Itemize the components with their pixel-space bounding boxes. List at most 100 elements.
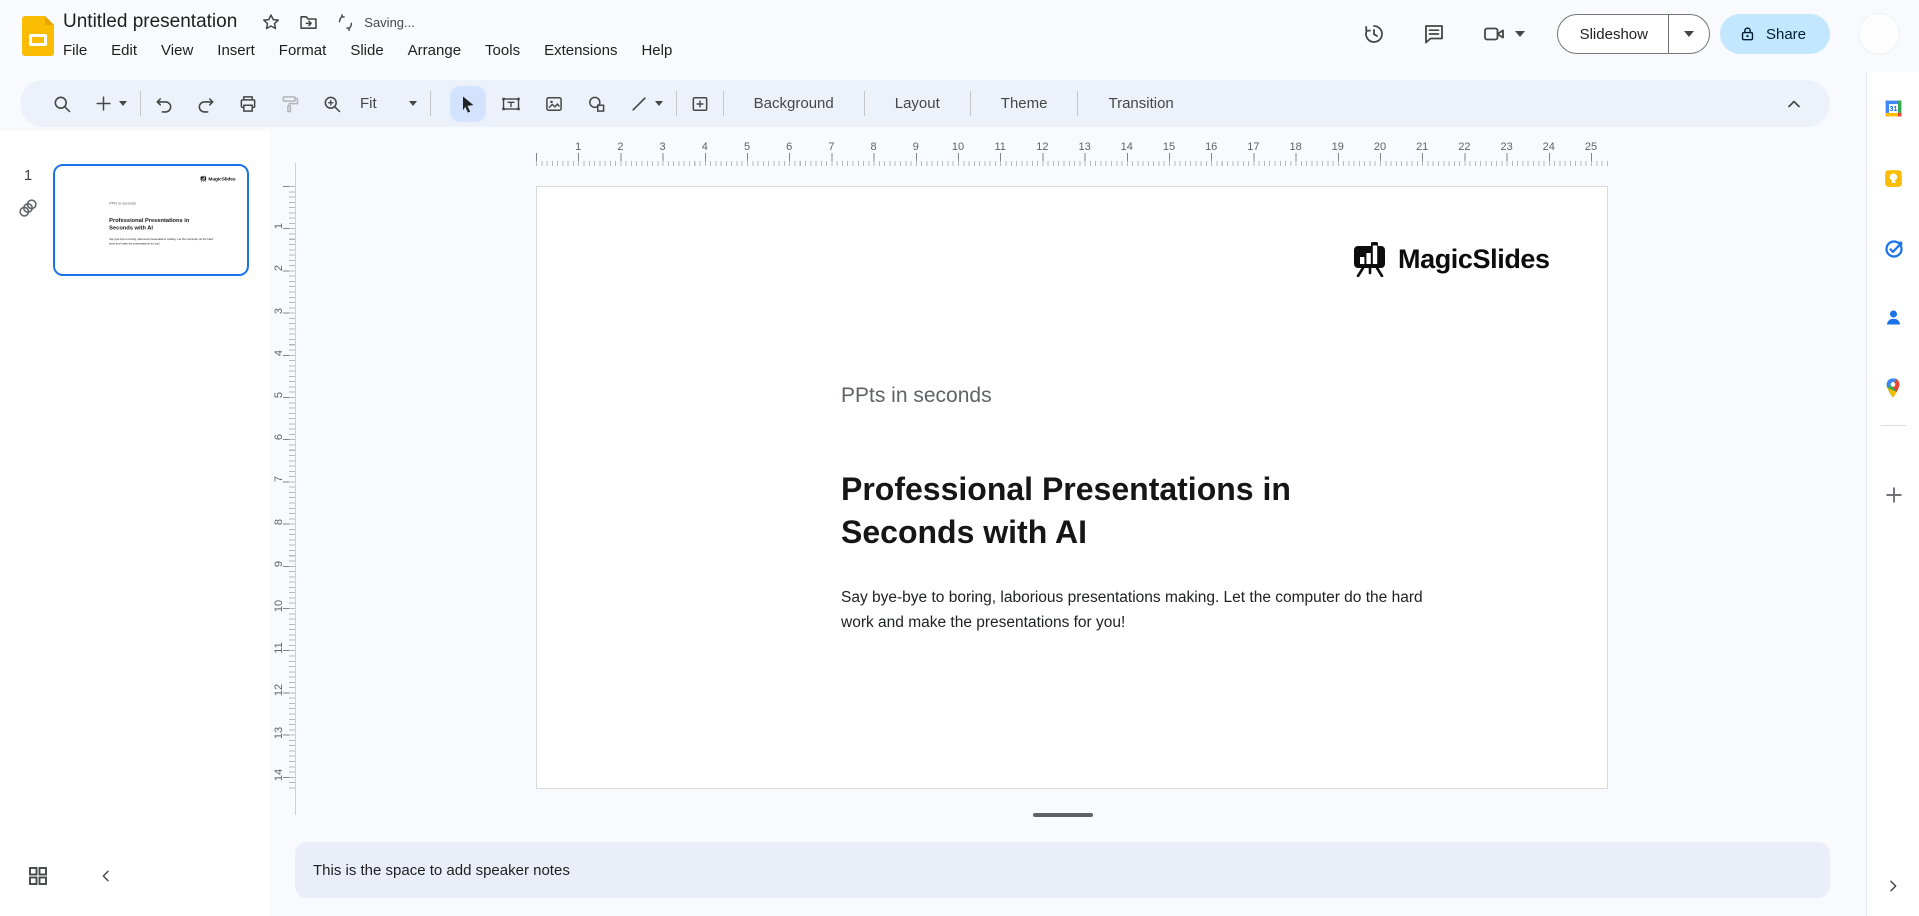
google-tasks-icon[interactable] [1883,238,1905,260]
star-icon[interactable] [261,12,281,32]
lock-icon [1739,24,1756,44]
slide-kicker-text[interactable]: PPts in seconds [841,384,992,408]
insert-line-icon[interactable] [629,94,649,114]
divider [676,91,677,116]
select-tool-button[interactable] [450,86,486,122]
speaker-notes-input[interactable]: This is the space to add speaker notes [295,842,1830,898]
print-icon[interactable] [238,94,258,114]
menu-item-edit[interactable]: Edit [99,39,149,62]
menu-item-extensions[interactable]: Extensions [532,39,629,62]
svg-text:31: 31 [1890,106,1898,113]
slideshow-split-button[interactable]: Slideshow [1557,14,1710,54]
comments-icon[interactable] [1422,22,1446,46]
menu-item-arrange[interactable]: Arrange [396,39,473,62]
divider [864,91,865,116]
background-button[interactable]: Background [737,95,851,112]
redo-icon[interactable] [196,94,216,114]
menu-item-format[interactable]: Format [267,39,339,62]
move-folder-icon[interactable] [298,12,319,33]
thumb-brand-logo: MagicSlides [200,176,235,182]
hide-menus-chevron-icon[interactable] [1784,94,1804,114]
notes-resize-handle[interactable] [1033,813,1093,817]
slide-brand-logo[interactable]: MagicSlides [1351,241,1550,277]
account-avatar[interactable] [1858,13,1900,55]
h-ruler-number: 7 [823,141,839,153]
brand-name: MagicSlides [208,176,235,182]
magicslides-logo-icon [1351,241,1389,277]
document-title[interactable]: Untitled presentation [63,11,237,33]
h-ruler-number: 3 [655,141,671,153]
thumb-title-text: Professional Presentations in Seconds wi… [109,216,206,231]
thumb-body-text: Say bye-bye to boring, laborious present… [109,237,215,246]
h-ruler-minor-ticks [536,161,1609,166]
theme-button[interactable]: Theme [984,95,1065,112]
divider [140,91,141,116]
h-ruler-number: 1 [570,141,586,153]
h-ruler-number: 15 [1161,141,1177,153]
cursor-icon [458,94,478,114]
text-box-tool-icon[interactable] [500,94,522,114]
chevron-down-icon[interactable] [1515,31,1525,37]
layout-button[interactable]: Layout [878,95,957,112]
version-history-icon[interactable] [1362,22,1386,46]
h-ruler-number: 23 [1499,141,1515,153]
insert-image-icon[interactable] [544,94,564,114]
speaker-notes-placeholder: This is the space to add speaker notes [313,862,570,879]
h-ruler-number: 20 [1372,141,1388,153]
h-ruler-number: 11 [992,141,1008,153]
insert-shape-icon[interactable] [586,94,607,114]
h-ruler-number: 24 [1541,141,1557,153]
expand-side-panel-chevron-icon[interactable] [1885,878,1901,894]
slideshow-button[interactable]: Slideshow [1558,15,1668,53]
transition-button[interactable]: Transition [1091,95,1190,112]
add-addon-icon[interactable] [1883,484,1905,506]
undo-icon[interactable] [154,94,174,114]
main-toolbar: Fit Background Layout Theme Transition [20,80,1830,127]
h-ruler-number: 9 [908,141,924,153]
slide-title-text[interactable]: Professional Presentations in Seconds wi… [841,468,1386,554]
h-ruler-number: 17 [1245,141,1261,153]
chevron-down-icon [1684,31,1694,37]
divider [1077,91,1078,116]
slide-canvas[interactable]: MagicSlides PPts in seconds Professional… [536,186,1608,789]
grid-view-icon[interactable] [26,864,50,888]
slide-thumbnail[interactable]: MagicSlides PPts in seconds Professional… [53,164,249,276]
h-ruler-number: 22 [1456,141,1472,153]
menu-item-slide[interactable]: Slide [338,39,395,62]
linked-rings-icon [17,196,39,220]
share-button-label: Share [1766,26,1806,43]
h-ruler-number: 13 [1077,141,1093,153]
menu-item-tools[interactable]: Tools [473,39,532,62]
google-keep-icon[interactable] [1883,168,1904,189]
saving-status: Saving... [364,15,415,30]
sync-saving-icon [336,13,355,32]
slide-body-text[interactable]: Say bye-bye to boring, laborious present… [841,585,1436,635]
paint-format-icon[interactable] [280,94,300,114]
search-menus-icon[interactable] [52,94,72,114]
share-button[interactable]: Share [1720,14,1830,54]
magicslides-logo-icon [200,176,207,182]
line-dropdown-icon[interactable] [655,101,663,106]
zoom-select[interactable]: Fit [360,95,417,112]
insert-placeholder-icon[interactable] [690,94,710,114]
google-calendar-icon[interactable]: 31 [1883,98,1904,119]
google-contacts-icon[interactable] [1883,307,1904,328]
menu-item-help[interactable]: Help [629,39,684,62]
new-slide-dropdown-icon[interactable] [119,101,127,106]
collapse-filmstrip-chevron-icon[interactable] [98,868,114,884]
zoom-select-value: Fit [360,95,377,112]
menu-item-file[interactable]: File [51,39,99,62]
google-maps-icon[interactable] [1883,377,1903,399]
zoom-in-icon[interactable] [322,94,342,114]
slideshow-options-button[interactable] [1668,15,1709,53]
brand-name: MagicSlides [1398,244,1550,275]
menu-item-view[interactable]: View [149,39,205,62]
slide-filmstrip: 1 MagicSlides PPts in seconds Profession [0,131,270,916]
menu-item-insert[interactable]: Insert [205,39,267,62]
divider [723,91,724,116]
h-ruler-number: 10 [950,141,966,153]
h-ruler-number: 19 [1330,141,1346,153]
meet-call-button[interactable] [1482,22,1525,46]
h-ruler-number: 16 [1203,141,1219,153]
new-slide-button[interactable] [94,94,113,113]
